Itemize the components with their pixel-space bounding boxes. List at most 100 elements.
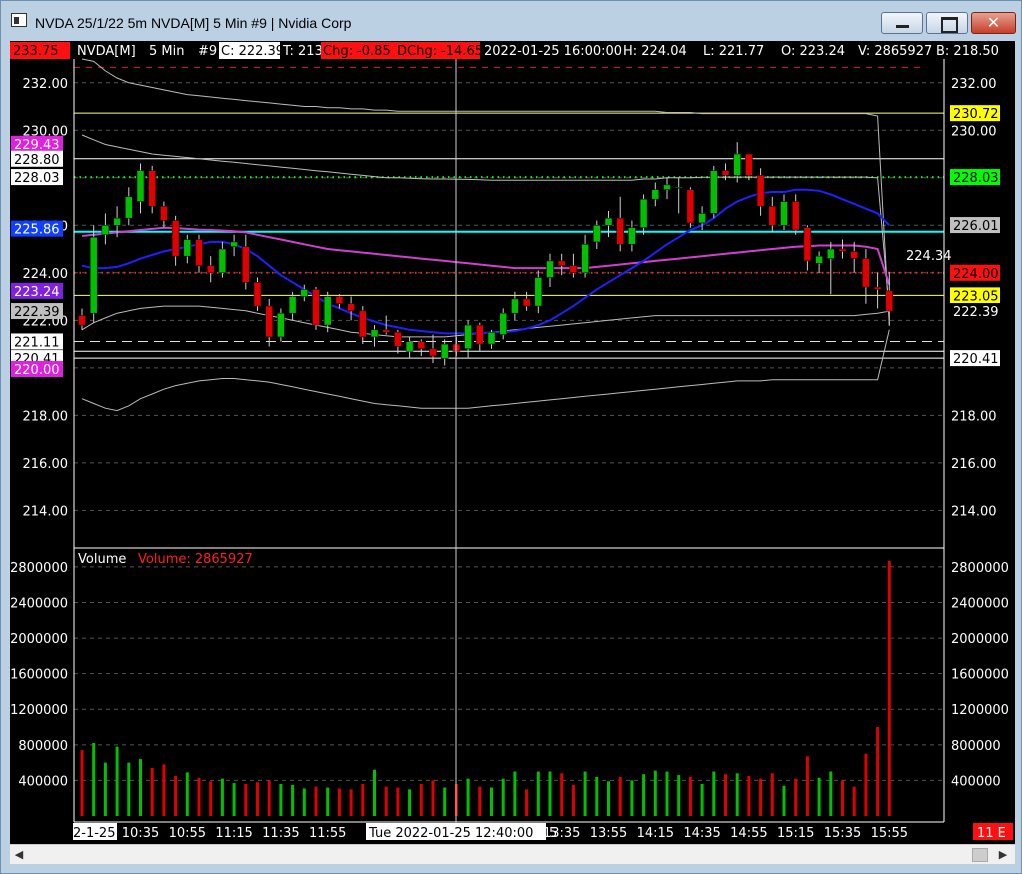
candle-body	[171, 220, 180, 257]
maximize-button[interactable]	[926, 12, 968, 34]
candle-body	[476, 324, 484, 345]
right-price-badge: 220.41	[953, 352, 999, 367]
candle-body	[148, 170, 156, 207]
time-axis-label: 13:55	[590, 826, 627, 841]
candle-body	[89, 236, 98, 314]
candle-body	[710, 170, 718, 214]
candle-body	[628, 227, 636, 245]
scroll-left-icon[interactable]: ◀	[12, 848, 26, 862]
right-volume-label: 2800000	[951, 561, 1009, 576]
header-change: Chg: -0.85	[323, 44, 391, 59]
minimize-button[interactable]	[881, 12, 923, 34]
candle-body	[815, 255, 823, 264]
candle-body	[101, 225, 110, 236]
chart-window: NVDA 25/1/22 5m NVDA[M] 5 Min #9 | Nvidi…	[0, 0, 1022, 874]
time-axis-label: 14:35	[683, 826, 720, 841]
candle-body	[639, 198, 648, 228]
header-day-change: DChg: -14.65	[397, 44, 483, 59]
header-ticks: T: 213	[282, 44, 323, 59]
candle-body	[323, 296, 332, 326]
candle-body	[557, 260, 566, 266]
candle-body	[288, 296, 297, 314]
candle-body	[312, 289, 320, 326]
price-chart[interactable]: 232.00230.00226.00224.00222.00218.00216.…	[10, 41, 1015, 844]
header-close: C: 222.39	[221, 44, 284, 59]
right-price-label: 230.00	[951, 124, 997, 139]
right-price-badge: 223.05	[953, 289, 999, 304]
candle-body	[136, 170, 145, 202]
header-open: O: 223.24	[781, 44, 845, 59]
candle-body	[370, 329, 379, 338]
candle-body	[394, 331, 402, 347]
candle-body	[616, 217, 624, 245]
left-price-badge: 228.80	[14, 153, 60, 168]
close-button[interactable]: ✕	[971, 12, 1016, 34]
left-volume-label: 1200000	[10, 703, 68, 718]
scroll-thumb[interactable]	[972, 848, 988, 862]
candle-body	[604, 217, 613, 226]
right-volume-label: 1200000	[951, 703, 1009, 718]
right-volume-label: 400000	[951, 774, 1001, 789]
right-price-label: 214.00	[951, 504, 997, 519]
candle-body	[850, 251, 858, 259]
candle-body	[768, 206, 777, 226]
left-volume-label: 400000	[18, 774, 68, 789]
candle-body	[698, 213, 706, 224]
time-axis-label: 11:55	[309, 826, 346, 841]
left-volume-label: 1600000	[10, 668, 68, 683]
candle-body	[78, 315, 86, 326]
candle-body	[230, 241, 238, 247]
right-price-badge: 228.03	[953, 171, 999, 186]
left-price-label: 214.00	[23, 504, 69, 519]
header-interval: 5 Min	[149, 44, 184, 59]
candle-body	[686, 189, 695, 224]
left-price-badge: 229.43	[14, 138, 60, 153]
window-title: NVDA 25/1/22 5m NVDA[M] 5 Min #9 | Nvidi…	[35, 15, 352, 31]
scroll-right-icon[interactable]: ▶	[996, 848, 1010, 862]
candle-body	[382, 329, 390, 333]
left-volume-label: 2800000	[10, 561, 68, 576]
right-price-label: 218.00	[951, 409, 997, 424]
candle-body	[464, 324, 472, 350]
candle-body	[206, 265, 215, 274]
price-badges: 229.43228.80 228.03 225.86 223.24 222.39 221.…	[11, 105, 1000, 378]
right-price-label: 232.00	[951, 77, 997, 92]
candle-body	[511, 298, 519, 314]
candle-body	[522, 298, 531, 307]
candle-body	[581, 244, 589, 274]
candle-body	[803, 227, 812, 262]
candle-body	[873, 286, 882, 290]
volume-value-label: Volume: 2865927	[138, 552, 253, 567]
moving-averages	[81, 188, 891, 335]
left-price-badge: 228.03	[14, 171, 60, 186]
right-price-badge: 222.39	[953, 305, 999, 320]
left-volume-label: 2000000	[10, 632, 68, 647]
header-bar-number: #9	[198, 44, 217, 59]
horizontal-scrollbar[interactable]: ◀ ▶	[10, 844, 1015, 864]
time-axis-label: 14:15	[637, 826, 674, 841]
candle-body	[593, 225, 601, 243]
candle-body	[745, 153, 753, 176]
candle-body	[721, 170, 730, 176]
candle-body	[499, 312, 507, 335]
candle-body	[569, 265, 578, 274]
time-axis-label: 15:15	[777, 826, 814, 841]
candle-body	[183, 239, 192, 257]
header-low: L: 221.77	[703, 44, 764, 59]
candle-body	[534, 277, 543, 307]
time-axis-label: 13:35	[543, 826, 580, 841]
candle-body	[663, 184, 671, 190]
candle-body	[733, 153, 741, 176]
chart-area[interactable]: 232.00230.00226.00224.00222.00218.00216.…	[10, 41, 1015, 844]
title-bar[interactable]: NVDA 25/1/22 5m NVDA[M] 5 Min #9 | Nvidi…	[1, 1, 1021, 39]
left-price-label: 216.00	[23, 457, 69, 472]
volume-title: Volume	[78, 552, 126, 567]
right-price-badge: 230.72	[953, 107, 999, 122]
right-price-label: 216.00	[951, 457, 997, 472]
volume-bars	[80, 561, 891, 816]
header-symbol: NVDA[M]	[77, 44, 136, 59]
header-bid: B: 218.50	[936, 44, 999, 59]
candle-body	[347, 303, 355, 312]
time-axis-right-badge: 11 E	[977, 826, 1006, 841]
left-price-badge: 225.86	[14, 223, 60, 238]
